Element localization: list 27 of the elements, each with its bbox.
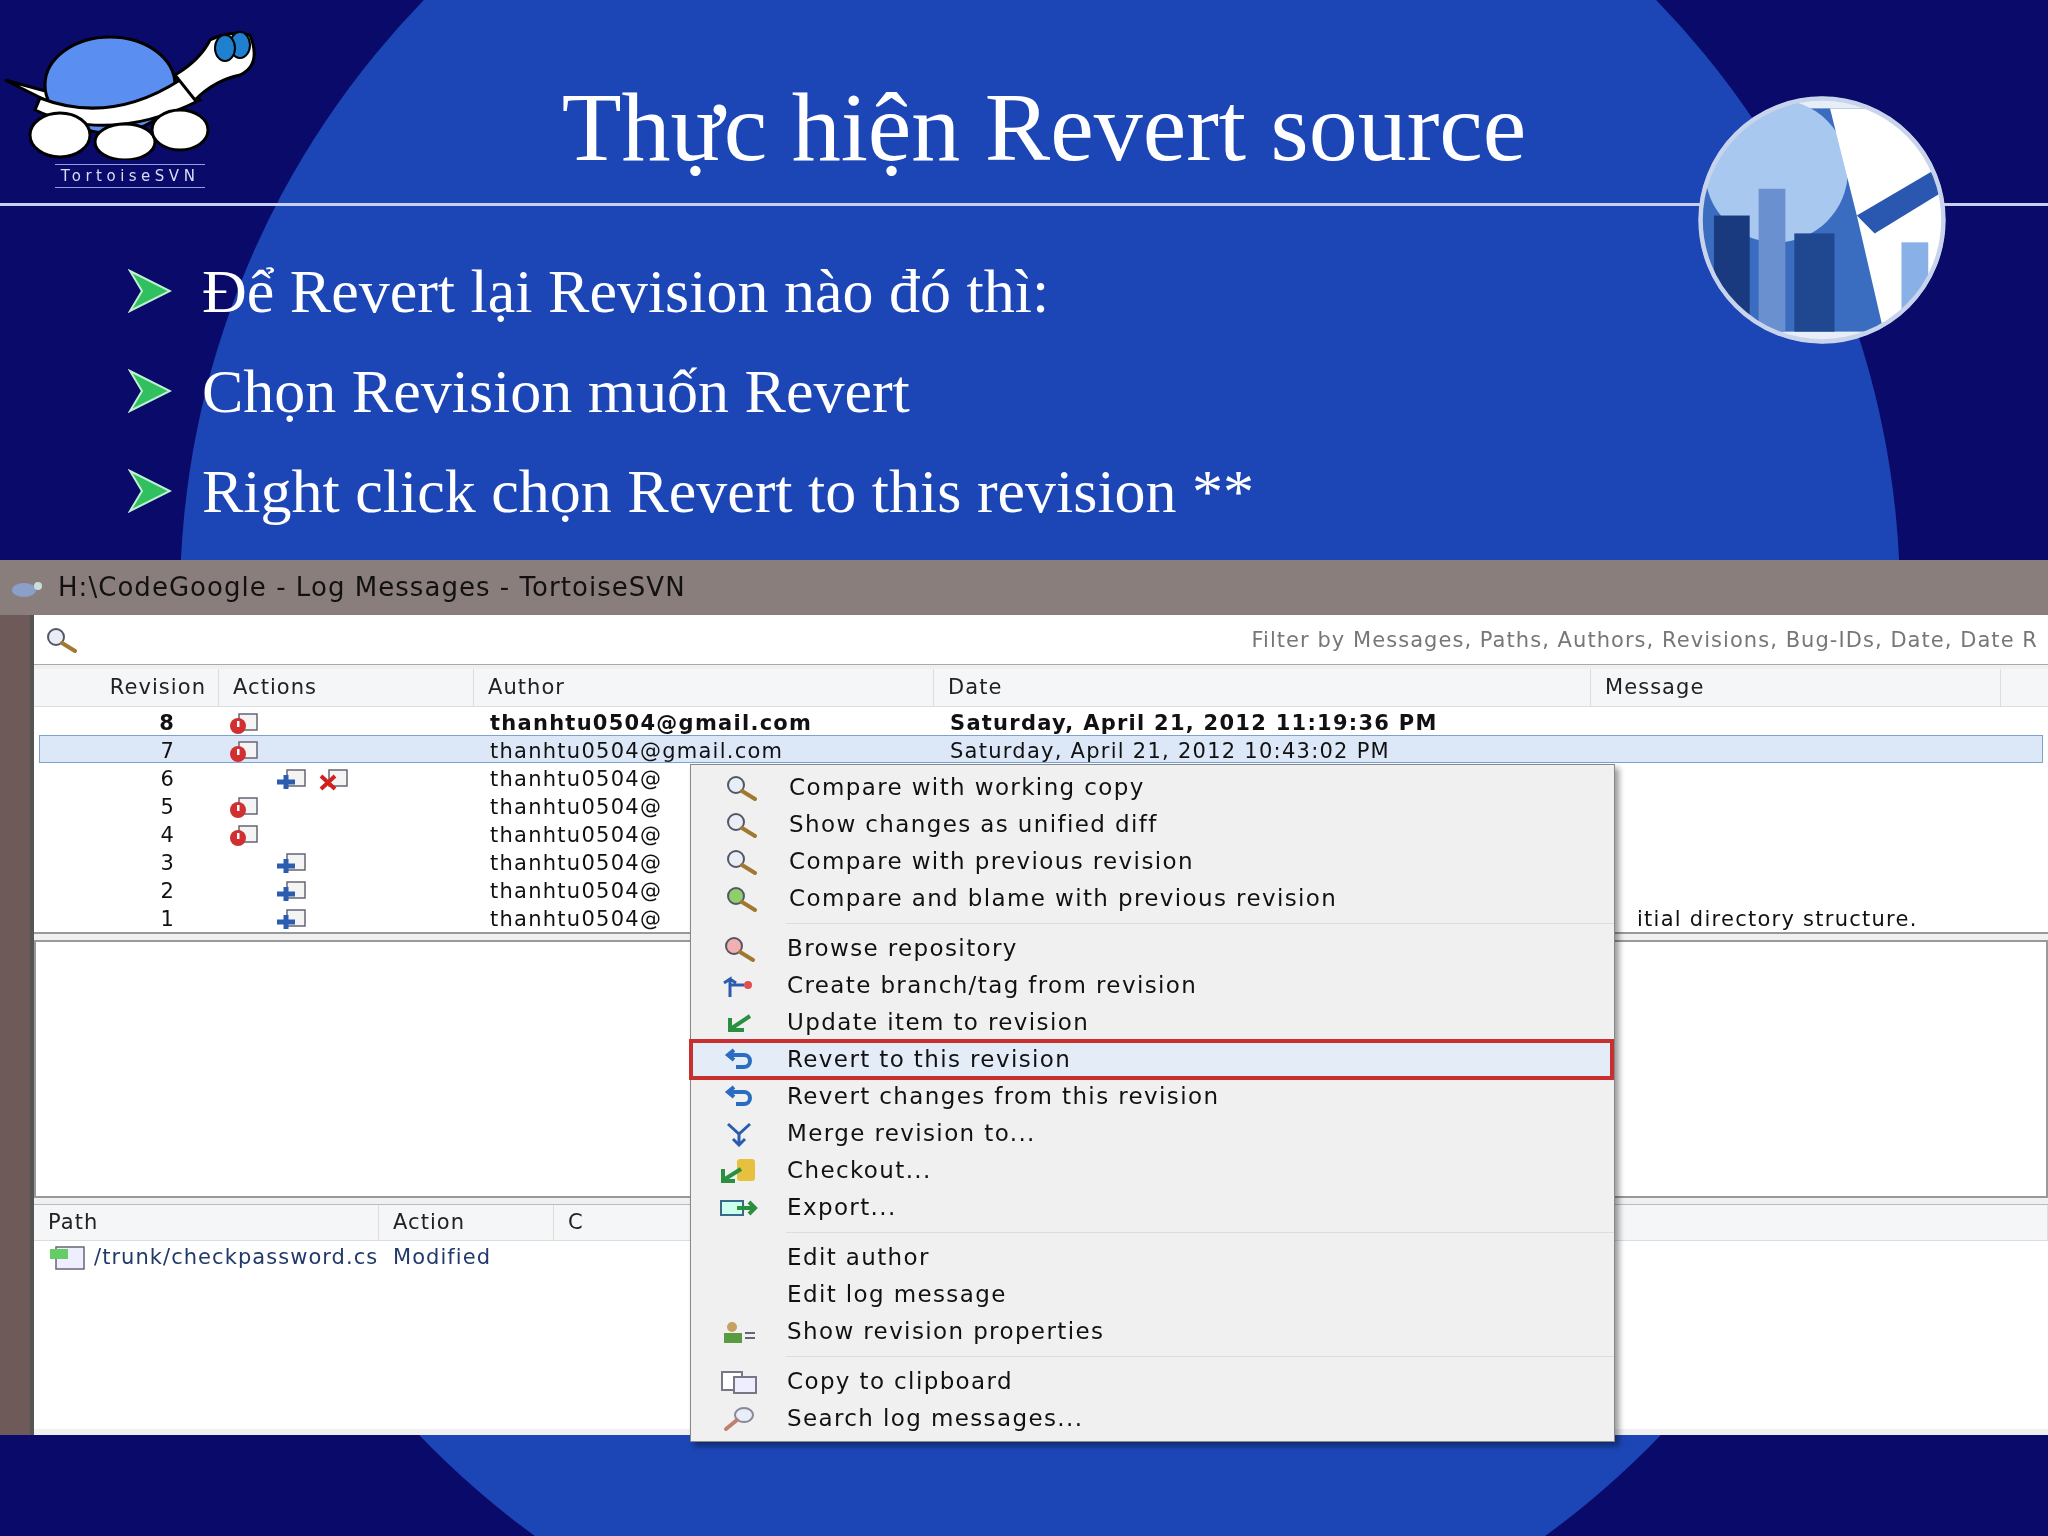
- revision-cell-text: 7: [159, 738, 176, 765]
- author-cell-text: thanhtu0504@: [490, 878, 663, 905]
- slide-title: Thực hiện Revert source: [561, 72, 1527, 182]
- file-path: /trunk/checkpassword.cs: [94, 1244, 379, 1272]
- revision-cell-text: 6: [159, 766, 176, 793]
- bullet-text: Để Revert lại Revision nào đó thì:: [202, 256, 1050, 327]
- revision-cell-text: 3: [159, 850, 176, 877]
- revision-cell-text: 4: [159, 822, 176, 849]
- revision-cell-text: 1: [159, 906, 176, 933]
- bullet-text: Chọn Revision muốn Revert: [202, 356, 910, 427]
- revision-cell-text: 5: [159, 794, 176, 821]
- date-cell-text: Saturday, April 21, 2012 11:19:36 PM: [950, 710, 1438, 737]
- revision-cell-text: 8: [158, 710, 176, 737]
- file-action: Modified: [392, 1244, 492, 1272]
- author-cell-text: thanhtu0504@: [490, 850, 663, 877]
- date-cell-text: Saturday, April 21, 2012 10:43:02 PM: [950, 738, 1390, 765]
- author-cell-text: thanhtu0504@: [490, 794, 663, 821]
- author-cell-text: thanhtu0504@: [490, 766, 663, 793]
- revision-cell-text: 2: [159, 878, 176, 905]
- logo-text: TortoiseSVN: [54, 164, 206, 188]
- window-title: H:\CodeGoogle - Log Messages - TortoiseSVN: [58, 571, 686, 604]
- bullet-text: Right click chọn Revert to this revision **: [202, 456, 1255, 527]
- author-cell-text: thanhtu0504@: [490, 822, 663, 849]
- author-cell-text: thanhtu0504@gmail.com: [490, 738, 784, 765]
- message-cell-text: itial directory structure.: [1637, 906, 1918, 933]
- author-cell-text: thanhtu0504@: [490, 906, 663, 933]
- author-cell-text: thanhtu0504@gmail.com: [490, 710, 813, 737]
